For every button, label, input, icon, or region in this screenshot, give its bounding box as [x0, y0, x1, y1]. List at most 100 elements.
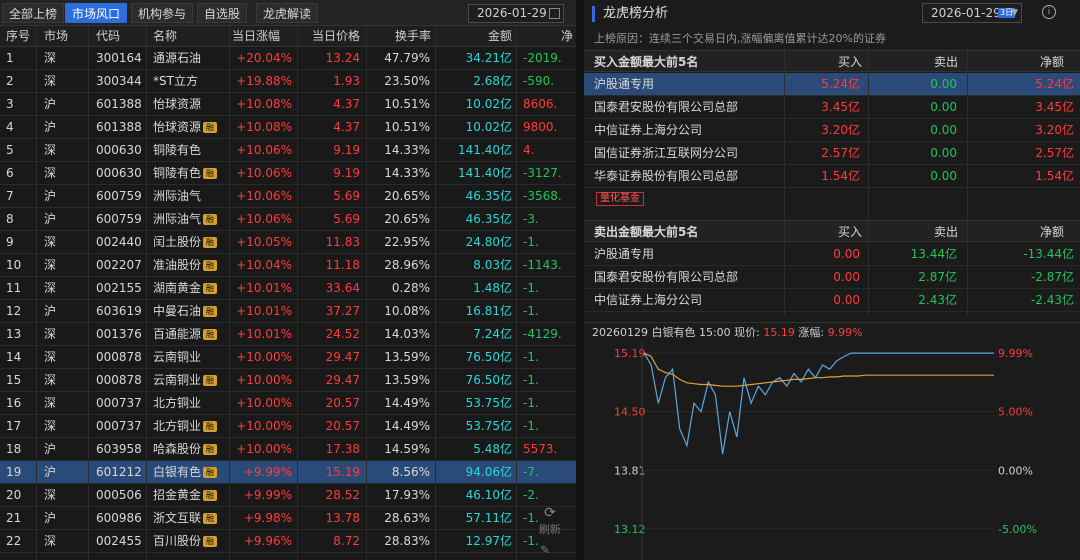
- table-row[interactable]: 4 沪 601388 怡球资源融 +10.08% 4.37 10.51% 10.02亿 9800…: [0, 116, 576, 139]
- row-code: 000878: [96, 373, 142, 387]
- row-seq: 17: [6, 419, 22, 433]
- table-row[interactable]: 10 深 002207 准油股份融 +10.04% 11.18 28.96% 8.03亿 -11…: [0, 254, 576, 277]
- table-row[interactable]: 21 沪 600986 浙文互联融 +9.98% 13.78 28.63% 57.11亿 -1.: [0, 507, 576, 530]
- row-name: 招金黄金融: [153, 484, 228, 507]
- tab-all-list[interactable]: 全部上榜: [2, 3, 65, 23]
- table-row[interactable]: 20 深 000506 招金黄金融 +9.99% 28.52 17.93% 46.10亿 -2.: [0, 484, 576, 507]
- info-icon[interactable]: i: [1042, 5, 1056, 19]
- table-row[interactable]: 16 深 000737 北方铜业 +10.00% 20.57 14.49% 53.75亿 -1.: [0, 392, 576, 415]
- table-row[interactable]: 15 深 000878 云南铜业融 +10.00% 29.47 13.59% 76.50亿 -1…: [0, 369, 576, 392]
- row-net: -1143.: [523, 258, 562, 272]
- row-amount: 141.40亿: [458, 166, 512, 180]
- tab-market-hotspot[interactable]: 市场风口: [65, 3, 128, 23]
- row-price: 13.78: [325, 511, 360, 525]
- row-turnover: 10.08%: [384, 304, 430, 318]
- table-row[interactable]: 7 沪 600759 洲际油气 +10.06% 5.69 20.65% 46.35亿 -3568…: [0, 185, 576, 208]
- row-seq: 22: [6, 534, 22, 548]
- header-seq[interactable]: 序号: [6, 26, 30, 47]
- table-row[interactable]: 2 深 300344 *ST立方 +19.88% 1.93 23.50% 2.68亿 -590.: [0, 70, 576, 93]
- row-market: 深: [44, 281, 57, 295]
- row-market: 沪: [44, 97, 57, 111]
- row-name: 湖南黄金融: [153, 277, 228, 300]
- refresh-button[interactable]: ⟳ 刷新: [535, 505, 565, 537]
- tab-longhu-interpret[interactable]: 龙虎解读: [256, 3, 319, 23]
- table-row[interactable]: 18 沪 603958 哈森股份融 +10.00% 17.38 14.59% 5.48亿 557…: [0, 438, 576, 461]
- buy-seat-row[interactable]: 沪股通专用 5.24亿 0.00 5.24亿: [584, 73, 1080, 96]
- buy-seat-row[interactable]: 国泰君安股份有限公司总部 3.45亿 0.00 3.45亿: [584, 96, 1080, 119]
- sell-seat-row[interactable]: 国泰君安股份有限公司总部 0.00 2.87亿 -2.87亿: [584, 266, 1080, 289]
- margin-badge: 融: [203, 306, 218, 317]
- row-amount: 76.50亿: [465, 373, 512, 387]
- seat-sell: 2.87亿: [918, 270, 957, 284]
- panel-divider[interactable]: [576, 0, 584, 560]
- buy-seat-row[interactable]: 华泰证券股份有限公司总部 1.54亿 0.00 1.54亿: [584, 165, 1080, 188]
- row-code: 000737: [96, 396, 142, 410]
- row-amount: 53.75亿: [465, 419, 512, 433]
- row-turnover: 28.83%: [384, 534, 430, 548]
- edit-icon[interactable]: ✎: [540, 543, 550, 557]
- table-row[interactable]: 17 深 000737 北方铜业融 +10.00% 20.57 14.49% 53.75亿 -1…: [0, 415, 576, 438]
- row-code: 000630: [96, 143, 142, 157]
- y-right-tick: -5.00%: [998, 523, 1037, 536]
- buy-seat-row[interactable]: 中信证券上海分公司 3.20亿 0.00 3.20亿: [584, 119, 1080, 142]
- header-code[interactable]: 代码: [96, 26, 120, 47]
- row-name: 浙文互联融: [153, 507, 228, 530]
- table-row[interactable]: 12 沪 603619 中曼石油融 +10.01% 37.27 10.08% 16.81亿 -1…: [0, 300, 576, 323]
- buy-header-buy: 买入: [838, 55, 863, 69]
- sell-seat-row[interactable]: 沪股通专用 0.00 13.44亿 -13.44亿: [584, 243, 1080, 266]
- seat-sell: 0.00: [930, 146, 957, 160]
- row-price: 4.37: [333, 97, 360, 111]
- row-price: 11.83: [325, 235, 360, 249]
- header-turnover[interactable]: 换手率: [395, 26, 431, 47]
- margin-badge: 融: [203, 513, 218, 524]
- sell-seat-row[interactable]: 中信证券上海分公司 0.00 2.43亿 -2.43亿: [584, 289, 1080, 312]
- row-price: 5.69: [333, 212, 360, 226]
- row-code: 000878: [96, 350, 142, 364]
- date-picker[interactable]: 2026-01-29: [468, 4, 564, 23]
- row-change: +10.00%: [236, 396, 292, 410]
- table-row[interactable]: 9 深 002440 闰土股份融 +10.05% 11.83 22.95% 24.80亿 -1.: [0, 231, 576, 254]
- analysis-date-select[interactable]: 2026-01-29 3日 ▼: [922, 3, 1022, 23]
- row-code: 603619: [96, 304, 142, 318]
- row-code: 000737: [96, 419, 142, 433]
- table-row[interactable]: 8 沪 600759 洲际油气融 +10.06% 5.69 20.65% 46.35亿 -3.: [0, 208, 576, 231]
- table-row[interactable]: 14 深 000878 云南铜业 +10.00% 29.47 13.59% 76.50亿 -1.: [0, 346, 576, 369]
- row-name: 北方铜业融: [153, 415, 228, 438]
- row-market: 深: [44, 235, 57, 249]
- row-code: 000506: [96, 488, 142, 502]
- header-amount[interactable]: 金额: [488, 26, 512, 47]
- row-net: 8606.: [523, 97, 558, 111]
- row-amount: 46.10亿: [465, 488, 512, 502]
- table-row[interactable]: 6 深 000630 铜陵有色融 +10.06% 9.19 14.33% 141.40亿 -31…: [0, 162, 576, 185]
- row-turnover: 47.79%: [384, 51, 430, 65]
- table-row[interactable]: 3 沪 601388 怡球资源 +10.08% 4.37 10.51% 10.02亿 8606.: [0, 93, 576, 116]
- header-change[interactable]: 当日涨幅: [232, 26, 280, 47]
- table-row[interactable]: 5 深 000630 铜陵有色 +10.06% 9.19 14.33% 141.40亿 4.: [0, 139, 576, 162]
- intraday-chart[interactable]: 15.19 9.99% 14.50 5.00% 13.81 0.00% 13.12 -5.00…: [584, 342, 1080, 560]
- header-market[interactable]: 市场: [44, 26, 68, 47]
- row-price: 8.72: [333, 534, 360, 548]
- y-right-tick: 5.00%: [998, 406, 1033, 419]
- seat-sell: 0.00: [930, 169, 957, 183]
- margin-badge: 融: [203, 283, 218, 294]
- tab-institution[interactable]: 机构参与: [131, 3, 194, 23]
- refresh-label: 刷新: [539, 523, 561, 536]
- header-net[interactable]: 净: [561, 26, 573, 47]
- table-row[interactable]: 1 深 300164 通源石油 +20.04% 13.24 47.79% 34.21亿 -201…: [0, 47, 576, 70]
- row-name: 北方铜业: [153, 396, 202, 410]
- row-change: +10.05%: [236, 235, 292, 249]
- row-change: +9.98%: [243, 511, 292, 525]
- header-price[interactable]: 当日价格: [312, 26, 360, 47]
- row-market: 深: [44, 534, 57, 548]
- row-market: 深: [44, 350, 57, 364]
- header-name[interactable]: 名称: [153, 26, 177, 47]
- tab-watchlist[interactable]: 自选股: [197, 3, 248, 23]
- row-price: 9.19: [333, 143, 360, 157]
- table-row[interactable]: 22 深 002455 百川股份融 +9.96% 8.72 28.83% 12.97亿 -1.: [0, 530, 576, 553]
- row-net: -3568.: [523, 189, 562, 203]
- row-name: 云南铜业融: [153, 369, 228, 392]
- table-row[interactable]: 11 深 002155 湖南黄金融 +10.01% 33.64 0.28% 1.48亿 -1.: [0, 277, 576, 300]
- table-row[interactable]: 13 深 001376 百通能源融 +10.01% 24.52 14.03% 7.24亿 -41…: [0, 323, 576, 346]
- buy-seat-row[interactable]: 国信证券浙江互联网分公司 2.57亿 0.00 2.57亿: [584, 142, 1080, 165]
- table-row[interactable]: 19 沪 601212 白银有色融 +9.99% 15.19 8.56% 94.06亿 -7.: [0, 461, 576, 484]
